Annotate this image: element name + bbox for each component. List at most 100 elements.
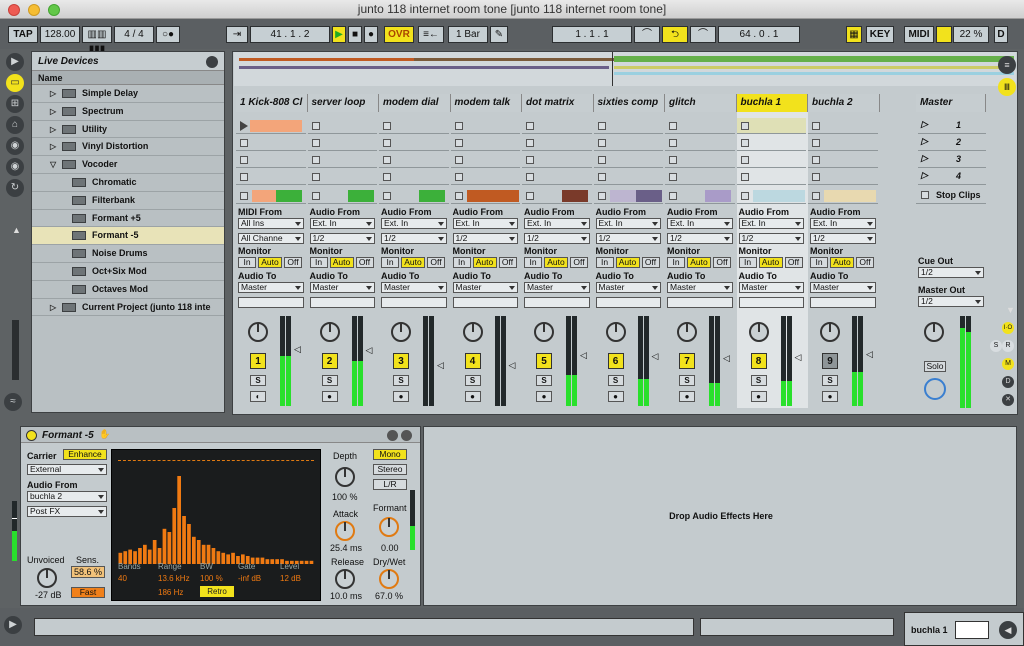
track-title[interactable]: 1 Kick-808 Cl	[236, 94, 308, 112]
monitor-auto-button[interactable]: Auto	[687, 257, 711, 268]
track-activator[interactable]: 6	[607, 353, 624, 369]
volume-fader-icon[interactable]: ◁	[723, 353, 730, 364]
expand-icon[interactable]: ▷	[50, 103, 56, 120]
refresh-icon[interactable]: ↻	[6, 179, 24, 197]
browser-item[interactable]: Formant -5	[32, 227, 224, 246]
clip-slot[interactable]	[593, 152, 663, 168]
audio-from-tap-select[interactable]: Post FX	[27, 506, 107, 517]
track-activator[interactable]: 5	[536, 353, 552, 369]
clip-slot[interactable]	[522, 152, 592, 168]
clip-slot[interactable]	[736, 118, 806, 134]
tempo-field[interactable]: 128.00	[40, 26, 80, 43]
arm-button[interactable]: ●	[679, 391, 695, 402]
level-value[interactable]: 12 dB	[280, 574, 301, 583]
stop-button-icon[interactable]	[383, 122, 391, 130]
stop-button-icon[interactable]	[526, 192, 534, 200]
stop-button-icon[interactable]	[454, 192, 463, 200]
clip-slot[interactable]	[236, 152, 306, 168]
volume-fader-icon[interactable]: ◁	[437, 360, 444, 371]
detail-view-icon[interactable]: ◀	[999, 621, 1017, 639]
pan-knob[interactable]	[605, 322, 626, 342]
clip-slot[interactable]	[236, 118, 306, 134]
browser-item[interactable]: Filterbank	[32, 192, 224, 210]
solo-button[interactable]: S	[750, 375, 767, 386]
scene-launch[interactable]: ▷ 2	[918, 135, 986, 151]
track-title[interactable]: server loop	[307, 94, 379, 112]
solo-button[interactable]: S	[464, 375, 481, 386]
output-type-select[interactable]: Master	[238, 282, 304, 293]
monitor-auto-button[interactable]: Auto	[544, 257, 568, 268]
preview-volume-knob[interactable]	[924, 378, 946, 400]
track-title[interactable]: dot matrix	[522, 94, 594, 112]
attack-knob[interactable]	[335, 521, 355, 541]
monitor-off-button[interactable]: Off	[427, 257, 445, 268]
monitor-in-button[interactable]: In	[667, 257, 685, 268]
crossfader-toggle[interactable]: ✕	[1002, 394, 1014, 406]
input-type-select[interactable]: Ext. In	[381, 218, 447, 229]
places-icon[interactable]: ⌂	[6, 116, 24, 134]
clip-slot[interactable]	[307, 152, 377, 168]
stop-button-icon[interactable]	[383, 173, 391, 181]
punch-out-icon[interactable]: ⌒	[690, 26, 716, 43]
clip-slot[interactable]	[522, 169, 592, 185]
carrier-select[interactable]: External	[27, 464, 107, 475]
output-channel-select[interactable]	[381, 297, 447, 308]
stop-button-icon[interactable]	[669, 139, 677, 147]
output-channel-select[interactable]	[309, 297, 375, 308]
selected-track-display[interactable]: buchla 1 ◀	[904, 612, 1024, 646]
stop-button-icon[interactable]	[740, 173, 749, 181]
clip-slot[interactable]	[665, 152, 735, 168]
output-type-select[interactable]: Master	[452, 282, 518, 293]
input-type-select[interactable]: Ext. In	[452, 218, 518, 229]
mono-button[interactable]: Mono	[373, 449, 407, 460]
track-title[interactable]: glitch	[665, 94, 737, 112]
browser-item[interactable]: ▽ Vocoder	[32, 156, 224, 174]
output-channel-select[interactable]	[810, 297, 876, 308]
minimize-window-button[interactable]	[28, 4, 40, 16]
input-channel-select[interactable]: 1/2	[524, 233, 590, 244]
output-channel-select[interactable]	[238, 297, 304, 308]
output-type-select[interactable]: Master	[595, 282, 661, 293]
clip-slot[interactable]	[808, 152, 878, 168]
input-channel-select[interactable]: 1/2	[738, 233, 804, 244]
stop-button-icon[interactable]	[240, 192, 248, 200]
browser-item[interactable]: ▷ Spectrum	[32, 103, 224, 121]
pan-knob[interactable]	[748, 322, 769, 342]
monitor-off-button[interactable]: Off	[713, 257, 731, 268]
arm-button[interactable]: ●	[607, 391, 624, 402]
clip-slot[interactable]	[665, 135, 735, 151]
monitor-off-button[interactable]: Off	[570, 257, 588, 268]
monitor-auto-button[interactable]: Auto	[472, 257, 497, 268]
monitor-off-button[interactable]: Off	[498, 257, 517, 268]
track-title[interactable]: modem talk	[450, 94, 522, 112]
time-signature-field[interactable]: 4 / 4	[114, 26, 154, 43]
clip-slot[interactable]	[450, 135, 520, 151]
browser-item[interactable]: Oct+Six Mod	[32, 263, 224, 281]
input-type-select[interactable]: All Ins	[238, 218, 304, 229]
computer-midi-keyboard-icon[interactable]: ▦	[846, 26, 862, 43]
clip-slot[interactable]	[736, 169, 806, 185]
unvoiced-knob[interactable]	[37, 568, 57, 588]
monitor-in-button[interactable]: In	[238, 257, 256, 268]
clip-slot[interactable]	[522, 118, 592, 134]
output-channel-select[interactable]	[595, 297, 661, 308]
browser-item[interactable]: Noise Drums	[32, 245, 224, 263]
output-type-select[interactable]: Master	[810, 282, 876, 293]
solo-cue-button[interactable]: Solo	[924, 361, 946, 372]
draw-mode-icon[interactable]: ✎	[490, 26, 508, 43]
input-channel-select[interactable]: 1/2	[810, 233, 876, 244]
stop-button-icon[interactable]	[812, 122, 820, 130]
monitor-in-button[interactable]: In	[381, 257, 399, 268]
play-icon[interactable]: ▶	[6, 53, 24, 71]
volume-fader-icon[interactable]: ◁	[795, 352, 802, 363]
metronome-button[interactable]: ○●	[156, 26, 180, 43]
output-channel-select[interactable]	[452, 297, 518, 308]
solo-button[interactable]: S	[250, 375, 266, 386]
output-channel-select[interactable]	[524, 297, 590, 308]
stop-all-clips-button[interactable]: Stop Clips	[916, 188, 986, 204]
bands-value[interactable]: 40	[118, 574, 127, 583]
scene-launch-icon[interactable]: ▷	[921, 136, 928, 147]
volume-fader-icon[interactable]: ◁	[509, 360, 516, 371]
clip-slot[interactable]	[665, 169, 735, 185]
input-channel-select[interactable]: 1/2	[452, 233, 518, 244]
